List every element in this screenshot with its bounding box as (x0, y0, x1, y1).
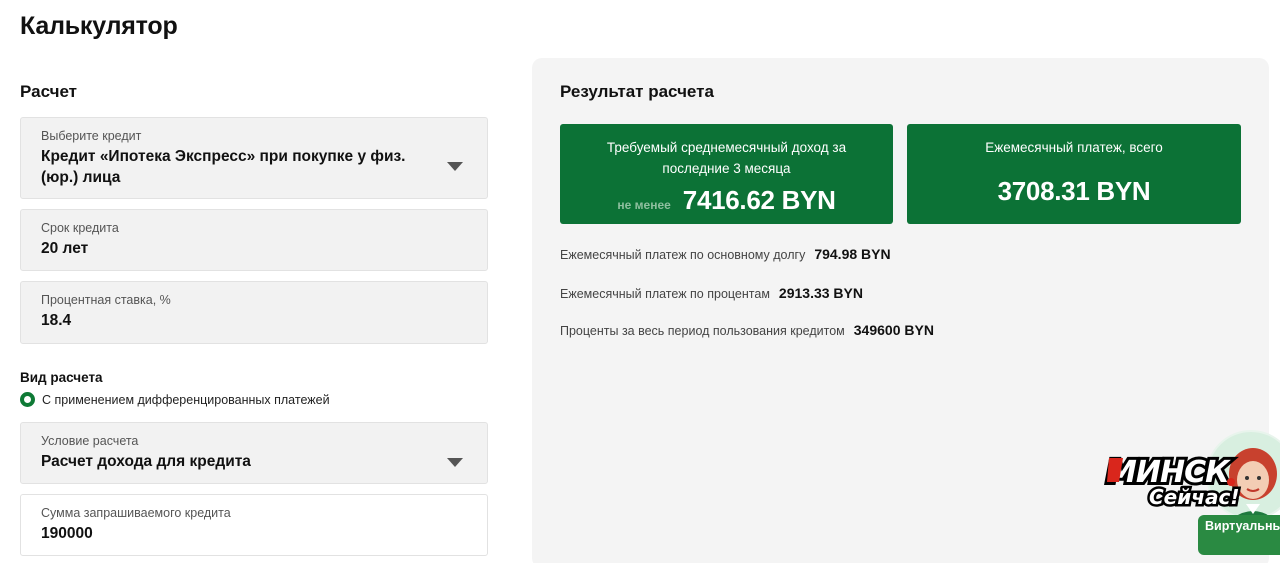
income-card: Требуемый среднемесячный доход за послед… (560, 124, 893, 224)
calc-type-radio-option[interactable]: С применением дифференцированных платеже… (20, 392, 330, 407)
calculation-section-title: Расчет (20, 82, 78, 101)
credit-select-label: Выберите кредит (41, 129, 142, 143)
rate-field-label: Процентная ставка, % (41, 293, 171, 307)
chevron-down-icon (447, 458, 463, 467)
detail-row-total-interest: Проценты за весь период пользования кред… (560, 322, 934, 338)
detail-label: Проценты за весь период пользования кред… (560, 324, 845, 338)
amount-input-value: 190000 (41, 525, 93, 542)
virtual-assistant-button[interactable]: Виртуальный консультант (1198, 515, 1280, 555)
amount-input[interactable]: Сумма запрашиваемого кредита 190000 (20, 494, 488, 556)
term-field-label: Срок кредита (41, 221, 119, 235)
radio-selected-icon[interactable] (20, 392, 35, 407)
detail-row-principal: Ежемесячный платеж по основному долгу 79… (560, 246, 891, 262)
payment-card-value: 3708.31 BYN (997, 176, 1151, 206)
income-card-value: 7416.62 BYN (682, 185, 836, 215)
calc-type-option-label: С применением дифференцированных платеже… (42, 392, 330, 407)
term-field-value: 20 лет (41, 240, 89, 257)
detail-row-interest: Ежемесячный платеж по процентам 2913.33 … (560, 285, 863, 301)
amount-input-label: Сумма запрашиваемого кредита (41, 506, 231, 520)
detail-value: 2913.33 BYN (778, 285, 863, 301)
payment-card-title: Ежемесячный платеж, всего (985, 140, 1163, 155)
result-title: Результат расчета (560, 82, 714, 101)
chevron-down-icon (447, 162, 463, 171)
rate-field-value: 18.4 (41, 312, 72, 329)
calc-type-label: Вид расчета (20, 370, 103, 385)
page-title: Калькулятор (20, 12, 178, 40)
detail-label: Ежемесячный платеж по основному долгу (560, 248, 806, 262)
payment-card: Ежемесячный платеж, всего 3708.31 BYN (907, 124, 1241, 224)
rate-field[interactable]: Процентная ставка, % 18.4 (20, 281, 488, 344)
svg-text:Сейчас!: Сейчас! (1149, 485, 1239, 509)
term-field[interactable]: Срок кредита 20 лет (20, 209, 488, 271)
minsk-seychas-watermark-logo: МИНСК Сейчас! (1104, 452, 1242, 510)
condition-select[interactable]: Условие расчета Расчет дохода для кредит… (20, 422, 488, 484)
detail-label: Ежемесячный платеж по процентам (560, 287, 770, 301)
condition-select-label: Условие расчета (41, 434, 139, 448)
credit-select[interactable]: Выберите кредит Кредит «Ипотека Экспресс… (20, 117, 488, 199)
credit-select-value: Кредит «Ипотека Экспресс» при покупке у … (41, 148, 406, 186)
income-card-title: Требуемый среднемесячный доход за послед… (606, 140, 847, 176)
detail-value: 349600 BYN (853, 322, 934, 338)
income-card-prefix: не менее (617, 198, 671, 212)
condition-select-value: Расчет дохода для кредита (41, 453, 251, 470)
detail-value: 794.98 BYN (814, 246, 891, 262)
